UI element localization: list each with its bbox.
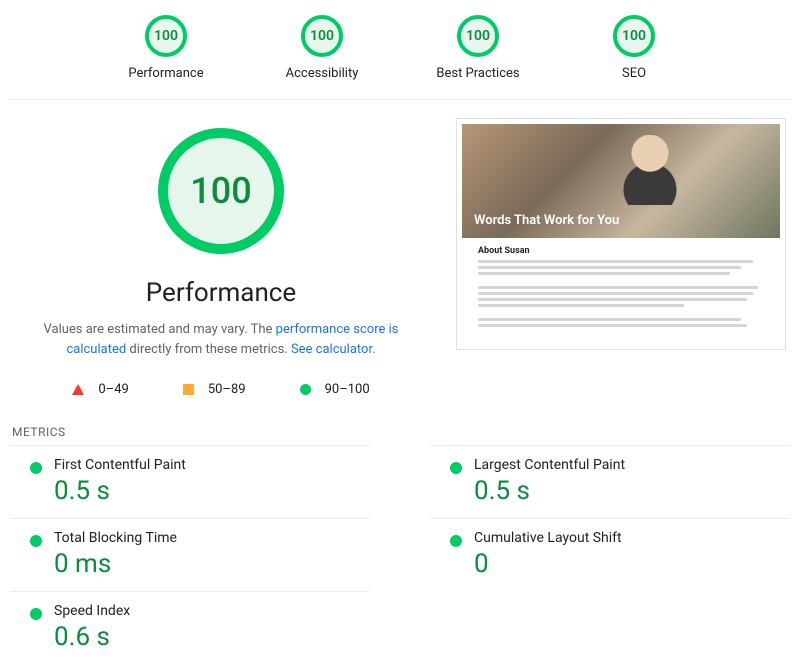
metric-name: Largest Contentful Paint (474, 458, 625, 472)
see-calculator-link[interactable]: See calculator. (291, 342, 376, 357)
score-label: Accessibility (286, 66, 359, 81)
status-dot-icon (450, 535, 462, 547)
metric-fcp[interactable]: First Contentful Paint 0.5 s (10, 445, 370, 518)
divider (10, 99, 790, 100)
legend-label: 0–49 (98, 382, 128, 397)
score-pill-performance[interactable]: 100 Performance (111, 14, 221, 81)
metric-value: 0.5 s (474, 478, 625, 504)
metric-name: Total Blocking Time (54, 531, 177, 545)
gauge-icon: 100 (612, 14, 656, 58)
thumbnail-body: About Susan (462, 238, 780, 344)
thumbnail-hero-title: Words That Work for You (474, 213, 619, 228)
metric-value: 0.5 s (54, 478, 186, 504)
legend-label: 50–89 (208, 382, 246, 397)
performance-subtext: Values are estimated and may vary. The p… (14, 320, 428, 360)
metric-lcp[interactable]: Largest Contentful Paint 0.5 s (430, 445, 790, 518)
gauge-value: 100 (612, 14, 656, 58)
performance-gauge-value: 100 (154, 124, 288, 258)
status-dot-icon (450, 462, 462, 474)
metric-cls[interactable]: Cumulative Layout Shift 0 (430, 518, 790, 591)
status-dot-icon (30, 608, 42, 620)
metric-name: First Contentful Paint (54, 458, 186, 472)
metric-si[interactable]: Speed Index 0.6 s (10, 591, 370, 664)
score-label: Best Practices (436, 66, 519, 81)
thumbnail-hero: Words That Work for You (462, 124, 780, 238)
score-legend: 0–49 50–89 90–100 (72, 382, 369, 397)
score-label: Performance (128, 66, 203, 81)
circle-icon (300, 384, 311, 395)
gauge-value: 100 (300, 14, 344, 58)
metrics-heading: METRICS (12, 425, 790, 439)
score-pill-seo[interactable]: 100 SEO (579, 14, 689, 81)
gauge-icon: 100 (300, 14, 344, 58)
performance-title: Performance (146, 278, 296, 308)
performance-gauge-icon: 100 (154, 124, 288, 258)
metric-name: Cumulative Layout Shift (474, 531, 622, 545)
subtext-part: directly from these metrics. (126, 342, 291, 357)
score-label: SEO (622, 66, 646, 81)
page-screenshot-thumbnail: Words That Work for You About Susan (456, 118, 786, 350)
gauge-icon: 100 (144, 14, 188, 58)
square-icon (183, 384, 194, 395)
thumbnail-section-title: About Susan (478, 246, 764, 256)
legend-item-high: 90–100 (300, 382, 370, 397)
subtext-part: Values are estimated and may vary. The (44, 322, 276, 337)
gauge-value: 100 (144, 14, 188, 58)
score-pill-accessibility[interactable]: 100 Accessibility (267, 14, 377, 81)
legend-item-mid: 50–89 (183, 382, 246, 397)
status-dot-icon (30, 535, 42, 547)
gauge-icon: 100 (456, 14, 500, 58)
metric-value: 0.6 s (54, 624, 130, 650)
gauge-value: 100 (456, 14, 500, 58)
metrics-grid: First Contentful Paint 0.5 s Largest Con… (10, 445, 790, 664)
status-dot-icon (30, 462, 42, 474)
legend-label: 90–100 (325, 382, 370, 397)
metric-tbt[interactable]: Total Blocking Time 0 ms (10, 518, 370, 591)
legend-item-low: 0–49 (72, 382, 128, 397)
score-pill-best-practices[interactable]: 100 Best Practices (423, 14, 533, 81)
metric-value: 0 (474, 551, 622, 577)
metric-name: Speed Index (54, 604, 130, 618)
triangle-icon (72, 384, 84, 395)
category-score-row: 100 Performance 100 Accessibility 100 Be… (10, 8, 790, 95)
metric-value: 0 ms (54, 551, 177, 577)
